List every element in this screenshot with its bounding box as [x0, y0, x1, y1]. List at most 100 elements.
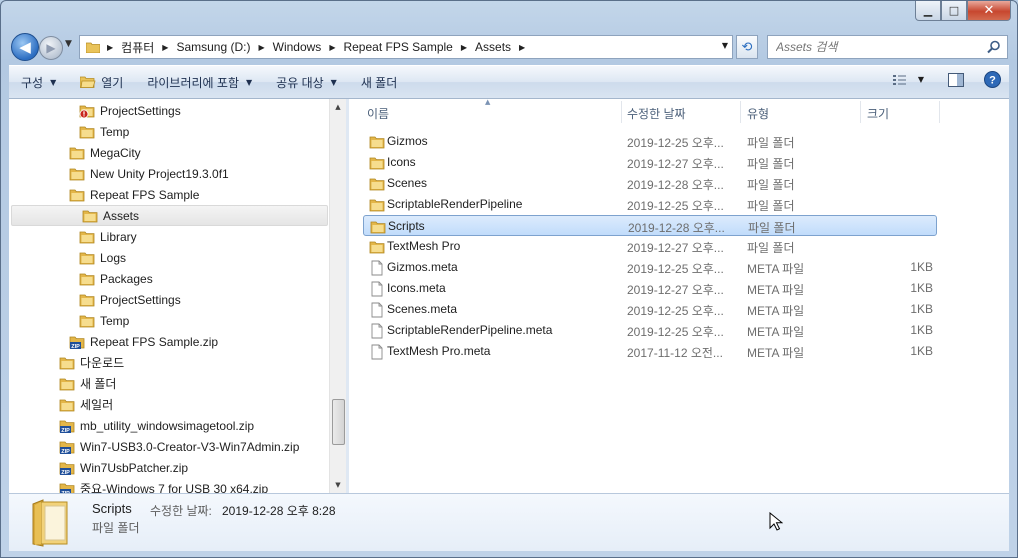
include-in-library-button[interactable]: 라이브러리에 포함 ▼ [135, 70, 264, 94]
tree-item[interactable]: 다운로드 [59, 352, 124, 373]
view-dropdown-icon[interactable]: ▼ [918, 75, 924, 84]
tree-item[interactable]: Assets [11, 205, 328, 226]
scroll-up-button[interactable]: ▲ [330, 99, 346, 115]
file-list-pane[interactable]: 이름 ▲ 수정한 날짜 유형 크기 Gizmos 2019-12-25 오후...… [349, 98, 1009, 493]
breadcrumb-item[interactable]: Assets [475, 40, 511, 54]
search-input[interactable] [776, 40, 976, 54]
forward-button[interactable]: ▶ [39, 36, 63, 60]
file-row[interactable]: Scenes 2019-12-28 오후... 파일 폴더 [363, 173, 937, 194]
address-dropdown-button[interactable]: ▼ [722, 41, 728, 50]
tree-item[interactable]: Temp [79, 310, 129, 331]
svg-text:ZIP: ZIP [61, 428, 70, 434]
folder-icon [69, 189, 85, 201]
navigation-scrollbar[interactable]: ▲ ▼ [329, 99, 346, 493]
tree-item[interactable]: ZIP Win7-USB3.0-Creator-V3-Win7Admin.zip [59, 436, 299, 457]
tree-item[interactable]: ProjectSettings [79, 100, 181, 121]
share-with-label: 공유 대상 [276, 75, 324, 90]
organize-button[interactable]: 구성 ▼ [9, 70, 68, 94]
recent-pages-dropdown[interactable]: ▼ [65, 39, 72, 49]
column-name-header[interactable]: 이름 [367, 105, 389, 122]
close-button[interactable]: ✕ [967, 1, 1011, 21]
folder-icon [59, 378, 75, 390]
tree-item-label: mb_utility_windowsimagetool.zip [80, 418, 255, 433]
folder-icon [369, 199, 385, 212]
breadcrumb-separator-icon[interactable]: ▶ [258, 43, 264, 52]
breadcrumb-separator-icon[interactable]: ▶ [461, 43, 467, 52]
tree-item[interactable]: Packages [79, 268, 153, 289]
breadcrumb-item[interactable]: Windows [273, 40, 322, 54]
tree-item[interactable]: ProjectSettings [79, 289, 181, 310]
folder-icon [369, 178, 385, 191]
file-row[interactable]: ScriptableRenderPipeline.meta 2019-12-25 … [363, 320, 937, 341]
chevron-down-icon: ▼ [50, 77, 57, 87]
breadcrumb-item[interactable]: Repeat FPS Sample [343, 40, 452, 54]
address-bar[interactable]: ▶ 컴퓨터 ▶ Samsung (D:) ▶ Windows ▶ Repeat FPS Sam… [79, 35, 733, 59]
file-name: TextMesh Pro [387, 239, 461, 253]
column-date-header[interactable]: 수정한 날짜 [627, 105, 686, 122]
breadcrumb-item[interactable]: 컴퓨터 [121, 39, 154, 56]
preview-pane-icon[interactable] [948, 72, 964, 87]
toolbar-right: ▼ ? [892, 71, 1001, 88]
maximize-button[interactable]: □ [941, 1, 967, 21]
column-divider[interactable] [621, 101, 622, 123]
file-size: 1KB [910, 281, 933, 295]
file-row[interactable]: Gizmos.meta 2019-12-25 오후... META 파일 1KB [363, 257, 937, 278]
file-date: 2019-12-27 오후... [627, 241, 724, 255]
back-button[interactable]: ◀ [11, 33, 39, 61]
tree-item-label: Logs [100, 250, 127, 265]
file-type: 파일 폴더 [747, 157, 795, 171]
column-headers: 이름 ▲ 수정한 날짜 유형 크기 [349, 98, 1009, 125]
tree-item[interactable]: ZIP mb_utility_windowsimagetool.zip [59, 415, 254, 436]
file-name: TextMesh Pro.meta [387, 344, 491, 358]
file-row[interactable]: Icons.meta 2019-12-27 오후... META 파일 1KB [363, 278, 937, 299]
breadcrumb-item[interactable]: Samsung (D:) [176, 40, 250, 54]
scroll-down-button[interactable]: ▼ [330, 477, 346, 493]
tree-item[interactable]: Temp [79, 121, 129, 142]
tree-item[interactable]: Logs [79, 247, 126, 268]
file-row[interactable]: TextMesh Pro.meta 2017-11-12 오전... META 파일… [363, 341, 937, 362]
tree-item-label: Repeat FPS Sample.zip [90, 334, 219, 349]
column-divider[interactable] [860, 101, 861, 123]
help-icon[interactable]: ? [984, 71, 1001, 88]
file-row[interactable]: Scenes.meta 2019-12-25 오후... META 파일 1KB [363, 299, 937, 320]
tree-item[interactable]: 새 폴더 [59, 373, 116, 394]
breadcrumb-separator-icon[interactable]: ▶ [329, 43, 335, 52]
folder-icon [59, 357, 75, 369]
column-type-header[interactable]: 유형 [747, 105, 769, 122]
file-row[interactable]: TextMesh Pro 2019-12-27 오후... 파일 폴더 [363, 236, 937, 257]
tree-item[interactable]: ZIP 중요-Windows 7 for USB 30 x64.zip [59, 478, 268, 493]
file-row[interactable]: Scripts 2019-12-28 오후... 파일 폴더 [363, 215, 937, 236]
column-divider[interactable] [939, 101, 940, 123]
column-divider[interactable] [740, 101, 741, 123]
open-button[interactable]: 열기 [68, 70, 135, 94]
refresh-button[interactable]: ⟲ [736, 35, 758, 59]
tree-item-label: 세일러 [80, 398, 114, 412]
share-with-button[interactable]: 공유 대상 ▼ [264, 70, 349, 94]
file-row[interactable]: Icons 2019-12-27 오후... 파일 폴더 [363, 152, 937, 173]
tree-item[interactable]: 세일러 [59, 394, 113, 415]
breadcrumb-separator-icon[interactable]: ▶ [519, 43, 525, 52]
new-folder-button[interactable]: 새 폴더 [349, 70, 409, 94]
tree-item[interactable]: New Unity Project19.3.0f1 [69, 163, 229, 184]
tree-item[interactable]: Repeat FPS Sample [69, 184, 199, 205]
column-size-header[interactable]: 크기 [867, 105, 889, 122]
breadcrumb-separator-icon[interactable]: ▶ [162, 43, 168, 52]
folder-icon [369, 241, 385, 254]
scroll-thumb[interactable] [332, 399, 345, 445]
navigation-pane[interactable]: ProjectSettings Temp MegaCity New Unity Pro… [9, 99, 346, 493]
tree-item[interactable]: Library [79, 226, 137, 247]
search-icon[interactable] [987, 40, 1001, 54]
file-row[interactable]: Gizmos 2019-12-25 오후... 파일 폴더 [363, 131, 937, 152]
search-box[interactable] [767, 35, 1008, 59]
tree-item-label: Library [100, 229, 137, 244]
minimize-button[interactable]: ▁ [915, 1, 941, 21]
file-row[interactable]: ScriptableRenderPipeline 2019-12-25 오후...… [363, 194, 937, 215]
file-name: Gizmos [387, 134, 428, 148]
view-options-icon[interactable] [892, 73, 908, 87]
file-date: 2019-12-28 오후... [627, 178, 724, 192]
breadcrumb-separator-icon[interactable]: ▶ [107, 43, 113, 52]
file-type: META 파일 [747, 325, 805, 339]
tree-item[interactable]: MegaCity [69, 142, 141, 163]
tree-item[interactable]: ZIP Win7UsbPatcher.zip [59, 457, 188, 478]
tree-item[interactable]: ZIP Repeat FPS Sample.zip [69, 331, 218, 352]
